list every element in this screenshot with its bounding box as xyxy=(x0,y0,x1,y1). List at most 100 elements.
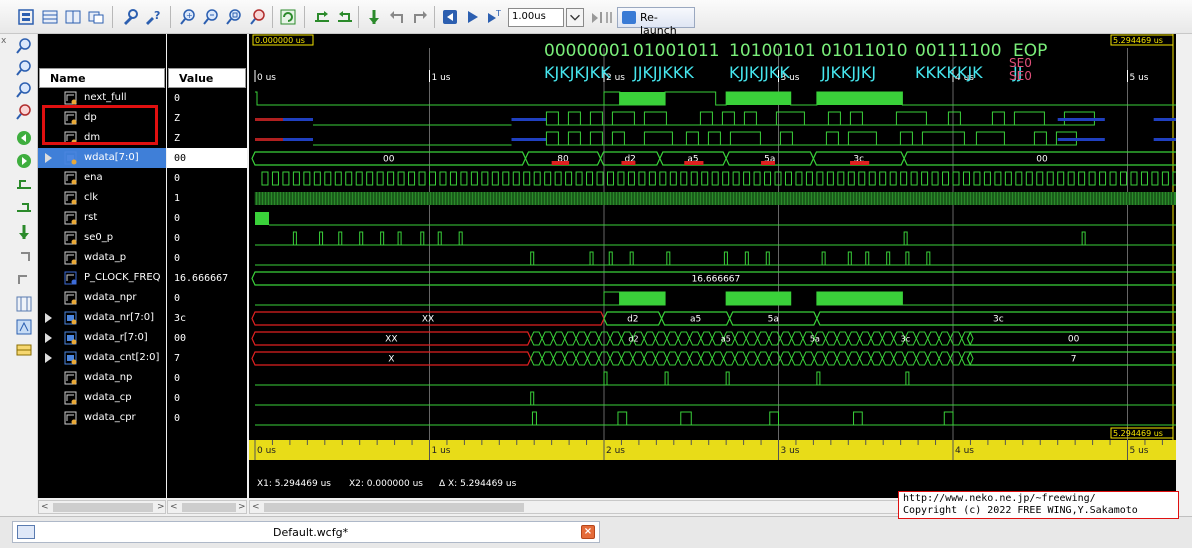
wave-wdata-p-pulse xyxy=(608,251,613,265)
name-column-header[interactable]: Name xyxy=(39,68,165,88)
wave-wdata-cnt-cell xyxy=(938,351,951,366)
signal-row[interactable]: clk xyxy=(38,188,166,208)
signal-row[interactable]: wdata_nr[7:0] xyxy=(38,308,166,328)
expand-arrow-icon[interactable] xyxy=(45,353,52,363)
signal-row[interactable]: wdata_cnt[2:0] xyxy=(38,348,166,368)
swap-cursors-icon[interactable] xyxy=(14,294,34,314)
tab-default-wcfg[interactable]: Default.wcfg* × xyxy=(12,521,600,543)
wave-wdata-cnt-cell xyxy=(632,351,645,366)
signal-name: wdata_cnt[2:0] xyxy=(84,352,160,363)
wave-wdata-cnt-cell xyxy=(530,351,543,366)
expand-icon[interactable] xyxy=(63,7,83,27)
zoom-fit-icon[interactable] xyxy=(14,80,34,100)
signal-name: rst xyxy=(84,212,98,223)
signal-row[interactable]: wdata_r[7:0] xyxy=(38,328,166,348)
settings-icon[interactable] xyxy=(120,7,140,27)
value-column-header[interactable]: Value xyxy=(168,68,246,88)
wave-pulse xyxy=(699,111,713,126)
wave-ena-pulse xyxy=(460,171,468,186)
wave-pulse xyxy=(611,111,635,126)
restart-icon[interactable] xyxy=(440,7,460,27)
wave-wdata-p-pulse xyxy=(905,251,910,265)
wave-wdata-r-cell xyxy=(881,331,895,346)
zoom-out-icon[interactable] xyxy=(201,7,221,27)
wave-ena-pulse xyxy=(648,171,656,186)
wave-ena-pulse xyxy=(345,171,353,186)
next-marker-icon[interactable] xyxy=(14,268,34,288)
wave-ena-pulse xyxy=(1172,171,1176,186)
time-tick-label: 0 us xyxy=(257,73,276,83)
waveform-canvas[interactable]: 0 us 1 us 2 us 3 us 4 us 5 us 0.000000 us 5.294… xyxy=(249,34,1176,498)
relaunch-button[interactable]: Re-launch xyxy=(617,7,695,37)
run-time-input[interactable]: 1.00us xyxy=(508,8,564,27)
help-icon[interactable]: ? xyxy=(143,7,163,27)
time-tick-label: 5 us xyxy=(1130,73,1149,83)
wave-pulse xyxy=(567,131,581,146)
expand-arrow-icon[interactable] xyxy=(45,153,52,163)
signal-row[interactable]: wdata_npr xyxy=(38,288,166,308)
signal-value: 1 xyxy=(174,193,181,204)
ruler-tick-label: 0 us xyxy=(257,446,276,456)
value-scrollbar[interactable]: < > xyxy=(167,500,247,514)
wave-pulse xyxy=(729,131,761,146)
wave-ena-pulse xyxy=(973,171,981,186)
cursor-delta: Δ X: 5.294469 us xyxy=(439,479,517,489)
pause-icon[interactable] xyxy=(594,7,614,27)
close-icon[interactable]: × xyxy=(581,525,595,539)
se0-annotation: SE0 xyxy=(1009,69,1032,83)
wave-wdata-nr-value: a5 xyxy=(690,315,701,325)
go-end-icon[interactable] xyxy=(335,7,355,27)
cursor-time-bottom: 5.294469 us xyxy=(1113,429,1163,438)
signal-row[interactable]: wdata_cpr xyxy=(38,408,166,428)
wave-ena-pulse xyxy=(376,171,384,186)
snap-icon[interactable] xyxy=(14,317,34,337)
refresh-icon[interactable] xyxy=(278,7,298,27)
zoom-in-icon[interactable] xyxy=(14,36,34,56)
wave-wdata-p-pulse xyxy=(886,251,891,265)
wave-ena-pulse xyxy=(313,171,321,186)
zoom-cursor-icon[interactable] xyxy=(248,7,268,27)
add-marker-icon[interactable] xyxy=(364,7,384,27)
zoom-fit-icon[interactable] xyxy=(224,7,244,27)
go-end-icon[interactable] xyxy=(14,151,34,171)
wave-ena-pulse xyxy=(470,171,478,186)
prev-marker-icon[interactable] xyxy=(387,7,407,27)
wave-wdata-p-pulse xyxy=(744,251,749,265)
run-icon[interactable] xyxy=(462,7,482,27)
wave-wdata-cnt-cell xyxy=(881,351,895,366)
zoom-out-icon[interactable] xyxy=(14,58,34,78)
run-for-icon[interactable]: T xyxy=(484,7,504,27)
expand-arrow-icon[interactable] xyxy=(45,333,52,343)
floating-ruler-icon[interactable] xyxy=(14,340,34,360)
restore-icon[interactable] xyxy=(86,7,106,27)
z-state-bar xyxy=(1057,118,1105,121)
signal-row[interactable]: ena xyxy=(38,168,166,188)
expand-arrow-icon[interactable] xyxy=(45,313,52,323)
signal-value: 00 xyxy=(167,148,247,168)
go-start-icon[interactable] xyxy=(312,7,332,27)
wave-wdata-value: 00 xyxy=(1036,155,1048,165)
wave-ena-pulse xyxy=(764,171,772,186)
add-marker-icon[interactable] xyxy=(14,222,34,242)
zoom-in-icon[interactable]: + xyxy=(178,7,198,27)
signal-row[interactable]: rst xyxy=(38,208,166,228)
collapse-icon[interactable] xyxy=(40,7,60,27)
next-edge-icon[interactable] xyxy=(14,197,34,217)
waveform-scrollbar[interactable]: < xyxy=(249,500,899,514)
run-time-dropdown[interactable] xyxy=(566,8,584,27)
next-marker-icon[interactable] xyxy=(410,7,430,27)
name-scrollbar[interactable]: < > xyxy=(38,500,166,514)
signal-row[interactable]: P_CLOCK_FREQ xyxy=(38,268,166,288)
parameter-icon xyxy=(64,271,77,285)
prev-edge-icon[interactable] xyxy=(14,174,34,194)
signal-row[interactable]: wdata[7:0] xyxy=(38,148,166,168)
select-all-icon[interactable] xyxy=(16,7,36,27)
prev-marker-icon[interactable] xyxy=(14,245,34,265)
signal-name: wdata_p xyxy=(84,252,127,263)
go-start-icon[interactable] xyxy=(14,128,34,148)
signal-row[interactable]: wdata_cp xyxy=(38,388,166,408)
signal-row[interactable]: wdata_np xyxy=(38,368,166,388)
zoom-cursor-icon[interactable] xyxy=(14,102,34,122)
signal-row[interactable]: se0_p xyxy=(38,228,166,248)
signal-row[interactable]: wdata_p xyxy=(38,248,166,268)
